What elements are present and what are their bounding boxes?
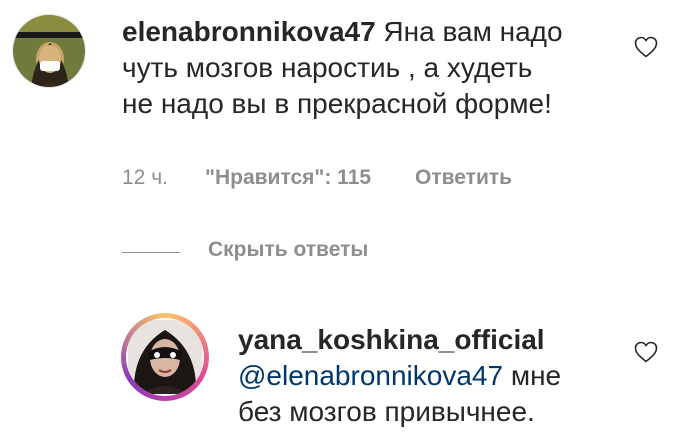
- hide-replies-button[interactable]: Скрыть ответы: [208, 238, 368, 262]
- comment-time: 12 ч.: [122, 166, 168, 189]
- comment-text-line3: не надо вы в прекрасной форме!: [122, 88, 552, 119]
- reply-mention-link[interactable]: @elenabronnikova47: [238, 360, 503, 391]
- likes-count[interactable]: "Нравится": 115: [205, 166, 371, 190]
- replies-divider: [122, 252, 180, 253]
- comment-body: elenabronnikova47 Яна вам надо чуть мозг…: [122, 14, 642, 122]
- woman-mask-avatar-icon: [128, 320, 202, 394]
- reply-text-line1: мне: [503, 360, 562, 391]
- reply-like-heart-icon[interactable]: [634, 341, 658, 368]
- mona-lisa-avatar-icon: [13, 15, 85, 87]
- commenter-avatar[interactable]: [12, 14, 86, 88]
- reply-username[interactable]: yana_koshkina_official: [238, 324, 545, 355]
- reply-avatar[interactable]: [121, 313, 209, 401]
- reply-button[interactable]: Ответить: [415, 166, 512, 190]
- reply-text-line2: без мозгов привычнее.: [238, 396, 535, 427]
- comment-text-line1: Яна вам надо: [375, 16, 563, 47]
- reply-body: yana_koshkina_official @elenabronnikova4…: [238, 322, 638, 430]
- comment-username[interactable]: elenabronnikova47: [122, 16, 376, 47]
- comment-text-line2: чуть мозгов наростиь , а худеть: [122, 52, 533, 83]
- like-heart-icon[interactable]: [634, 36, 658, 63]
